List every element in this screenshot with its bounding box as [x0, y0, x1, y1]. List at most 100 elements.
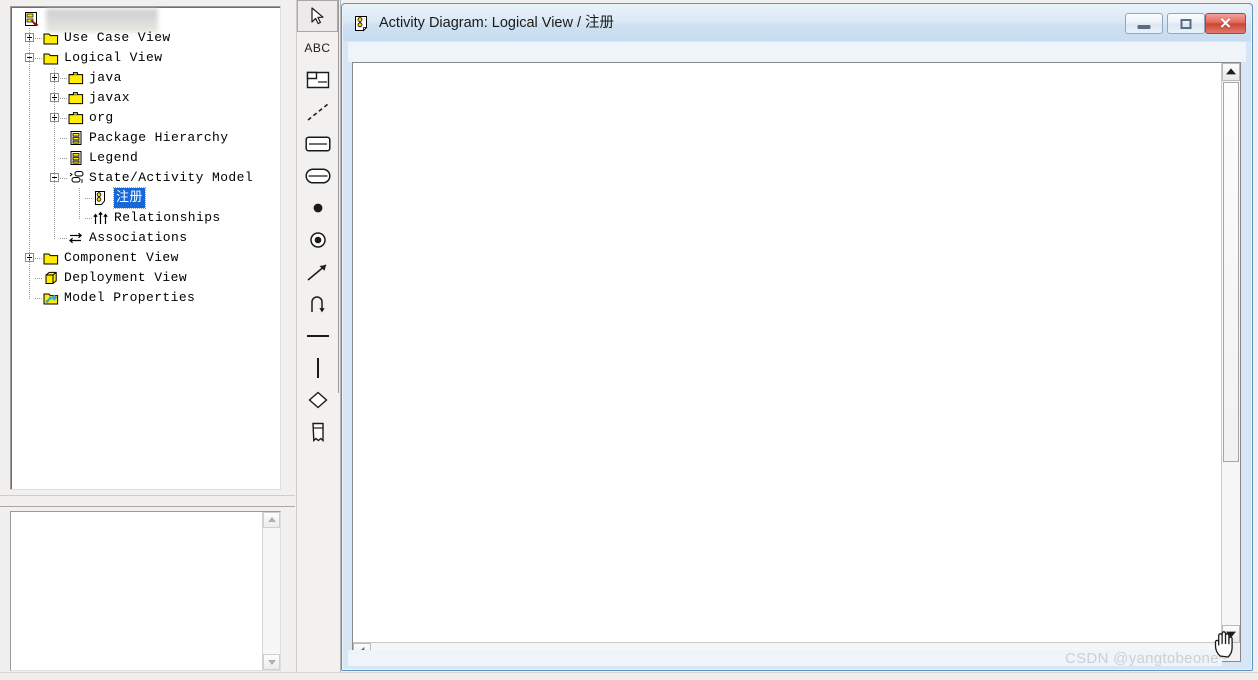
- end-state-tool[interactable]: [297, 224, 338, 256]
- tool-palette: ABC: [296, 0, 341, 680]
- tree-item-package-hierarchy[interactable]: Package Hierarchy: [11, 128, 280, 148]
- state-transition-tool[interactable]: [297, 256, 338, 288]
- minimize-button[interactable]: [1125, 13, 1163, 34]
- tree-item-legend[interactable]: Legend: [11, 148, 280, 168]
- model-properties-icon: [43, 290, 59, 306]
- canvas-scroll-up-button[interactable]: [1222, 63, 1240, 81]
- close-icon: ✕: [1219, 15, 1232, 32]
- tree-item-state-activity-model[interactable]: State/Activity Model: [11, 168, 280, 188]
- tree-connector: [85, 218, 92, 219]
- associations-icon: [68, 230, 84, 246]
- tree-guide-root: [29, 28, 30, 299]
- tree-item-label: Deployment View: [64, 270, 188, 285]
- tree-item-relationships[interactable]: Relationships: [11, 208, 280, 228]
- tree-item-label: org: [89, 110, 114, 125]
- documentation-panel[interactable]: [10, 511, 281, 671]
- note-tool[interactable]: [297, 64, 338, 96]
- tree-item-java[interactable]: java: [11, 68, 280, 88]
- documentation-text[interactable]: [11, 512, 280, 670]
- tree-item-deployment-view[interactable]: Deployment View: [11, 268, 280, 288]
- tree-item-label: Use Case View: [64, 30, 171, 45]
- tree-item-[interactable]: 注册: [11, 187, 280, 209]
- relationships-icon: [93, 210, 109, 226]
- tree-item-label: Model Properties: [64, 290, 196, 305]
- doc-scroll-down-button[interactable]: [263, 654, 280, 670]
- canvas-vertical-scroll-thumb[interactable]: [1223, 82, 1239, 462]
- tree-connector: [35, 58, 42, 59]
- tool-palette-buttons: ABC: [297, 0, 339, 442]
- package-folder-icon: [68, 70, 84, 86]
- tree-item-logical-view[interactable]: Logical View: [11, 48, 280, 68]
- vertical-synchronization-tool[interactable]: [297, 352, 338, 384]
- text-tool[interactable]: ABC: [297, 32, 338, 64]
- pane-splitter[interactable]: [0, 495, 295, 507]
- diagram-canvas[interactable]: [353, 63, 1222, 643]
- tree-item-label: 注册: [113, 187, 146, 209]
- tree-item-label: java: [89, 70, 122, 85]
- doc-scroll-up-button[interactable]: [263, 512, 280, 528]
- tree-item-label: State/Activity Model: [89, 170, 254, 185]
- package-folder-icon: [68, 90, 84, 106]
- activity-diagram-icon: [93, 190, 109, 206]
- diamond-icon: [307, 391, 328, 409]
- activity-diagram-window: Activity Diagram: Logical View / 注册 ✕: [341, 3, 1253, 671]
- activity-tool[interactable]: [297, 160, 338, 192]
- state-machine-icon: [68, 170, 84, 186]
- tree-item-label: Legend: [89, 150, 139, 165]
- swimlane-tool[interactable]: [297, 416, 338, 448]
- tree-item-model-properties[interactable]: Model Properties: [11, 288, 280, 308]
- filled-dot-icon: [311, 201, 325, 215]
- bullseye-icon: [309, 231, 327, 249]
- minimize-icon: [1137, 24, 1151, 29]
- horizontal-synchronization-tool[interactable]: [297, 320, 338, 352]
- documentation-vertical-scrollbar[interactable]: [262, 512, 280, 670]
- abc-text-icon: ABC: [304, 41, 331, 55]
- canvas-vertical-scrollbar[interactable]: [1221, 63, 1240, 643]
- tree-connector: [60, 78, 67, 79]
- decision-tool[interactable]: [297, 384, 338, 416]
- folder-icon: [43, 50, 59, 66]
- start-state-tool[interactable]: [297, 192, 338, 224]
- tree-connector: [60, 138, 67, 139]
- arrow-pointer-icon: [310, 7, 326, 25]
- tree-item-javax[interactable]: javax: [11, 88, 280, 108]
- activity-diagram-icon: [354, 15, 371, 32]
- transition-to-self-tool[interactable]: [297, 288, 338, 320]
- tree-item-label: Logical View: [64, 50, 163, 65]
- browser-pane: Use Case View Logical View java javax org Pac…: [0, 0, 295, 680]
- diagram-title-bar[interactable]: Activity Diagram: Logical View / 注册 ✕: [343, 5, 1251, 41]
- tree-item-component-view[interactable]: Component View: [11, 248, 280, 268]
- chevron-up-icon: [267, 517, 276, 522]
- diagram-canvas-frame: [352, 62, 1241, 662]
- arrow-diagonal-icon: [306, 262, 330, 282]
- tree-connector: [35, 298, 42, 299]
- tree-connector: [35, 38, 42, 39]
- application-window: Use Case View Logical View java javax org Pac…: [0, 0, 1258, 680]
- tree-item-org[interactable]: org: [11, 108, 280, 128]
- folder-icon: [43, 30, 59, 46]
- maximize-button[interactable]: [1167, 13, 1205, 34]
- tree-rows[interactable]: Use Case View Logical View java javax org Pac…: [11, 28, 280, 308]
- state-tool[interactable]: [297, 128, 338, 160]
- csdn-watermark: CSDN @yangtobeone~: [1065, 650, 1228, 667]
- tree-connector: [60, 158, 67, 159]
- diagram-title-text: Activity Diagram: Logical View / 注册: [379, 15, 615, 31]
- tree-connector: [60, 238, 67, 239]
- note-anchor-tool[interactable]: [297, 96, 338, 128]
- class-diagram-icon: [68, 130, 84, 146]
- horizontal-bar-icon: [305, 332, 331, 340]
- model-browser-tree[interactable]: Use Case View Logical View java javax org Pac…: [10, 6, 281, 490]
- maximize-icon: [1180, 18, 1192, 29]
- close-button[interactable]: ✕: [1205, 13, 1246, 34]
- diagram-window-band: [348, 42, 1246, 62]
- tree-item-associations[interactable]: Associations: [11, 228, 280, 248]
- tree-guide-state: [79, 188, 80, 219]
- selection-tool[interactable]: [297, 0, 338, 32]
- class-diagram-icon: [68, 150, 84, 166]
- tree-scroll-area[interactable]: Use Case View Logical View java javax org Pac…: [11, 7, 280, 489]
- note-icon: [306, 71, 330, 89]
- tree-connector: [60, 98, 67, 99]
- tree-connector: [85, 198, 92, 199]
- tree-item-use-case-view[interactable]: Use Case View: [11, 28, 280, 48]
- tree-connector: [60, 178, 67, 179]
